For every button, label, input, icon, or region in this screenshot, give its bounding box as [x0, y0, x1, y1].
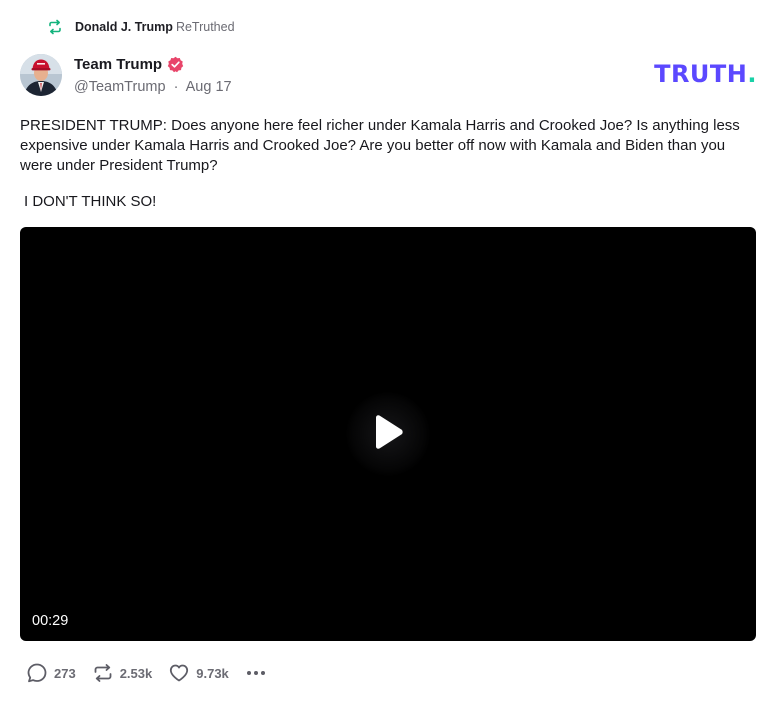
- video-duration: 00:29: [32, 613, 69, 629]
- verified-badge-icon: [167, 56, 184, 73]
- action-bar: 273 2.53k 9.73k: [26, 662, 265, 684]
- post-date[interactable]: Aug 17: [186, 79, 232, 95]
- more-dots-icon[interactable]: [246, 671, 265, 675]
- post-text: PRESIDENT TRUMP: Does anyone here feel r…: [20, 117, 740, 174]
- retruth-user-name[interactable]: Donald J. Trump: [75, 20, 173, 34]
- post-text-second: I DON'T THINK SO!: [24, 193, 157, 210]
- retruth-button[interactable]: 2.53k: [92, 662, 153, 684]
- truth-logo-text: TRUTH: [654, 60, 748, 88]
- author-block: Team Trump @TeamTrump · Aug 17: [74, 55, 232, 95]
- heart-icon: [168, 662, 190, 684]
- retruth-header: Donald J. Trump ReTruthed: [47, 19, 235, 35]
- like-button[interactable]: 9.73k: [168, 662, 229, 684]
- reply-count: 273: [54, 665, 76, 681]
- video-player[interactable]: 00:29: [20, 227, 756, 641]
- truth-post: Donald J. Trump ReTruthed Team Trump @Te…: [0, 0, 777, 703]
- retruth-label: ReTruthed: [175, 20, 235, 34]
- truth-logo[interactable]: TRUTH.: [654, 60, 757, 88]
- avatar[interactable]: [20, 54, 62, 96]
- post-body: PRESIDENT TRUMP: Does anyone here feel r…: [20, 116, 745, 212]
- truth-logo-dot: .: [747, 60, 757, 88]
- more-dot: [253, 671, 258, 675]
- play-button[interactable]: [346, 392, 430, 476]
- author-handle[interactable]: @TeamTrump: [74, 79, 166, 95]
- like-count: 9.73k: [196, 665, 229, 681]
- meta-separator: ·: [173, 79, 179, 95]
- play-icon: [371, 414, 405, 455]
- retruth-icon: [92, 662, 114, 684]
- retruth-icon: [47, 19, 63, 35]
- retruth-count: 2.53k: [119, 665, 153, 681]
- more-dot: [260, 671, 265, 675]
- author-name[interactable]: Team Trump: [74, 56, 162, 73]
- comment-icon: [26, 662, 48, 684]
- reply-button[interactable]: 273: [26, 662, 76, 684]
- more-dot: [246, 671, 251, 675]
